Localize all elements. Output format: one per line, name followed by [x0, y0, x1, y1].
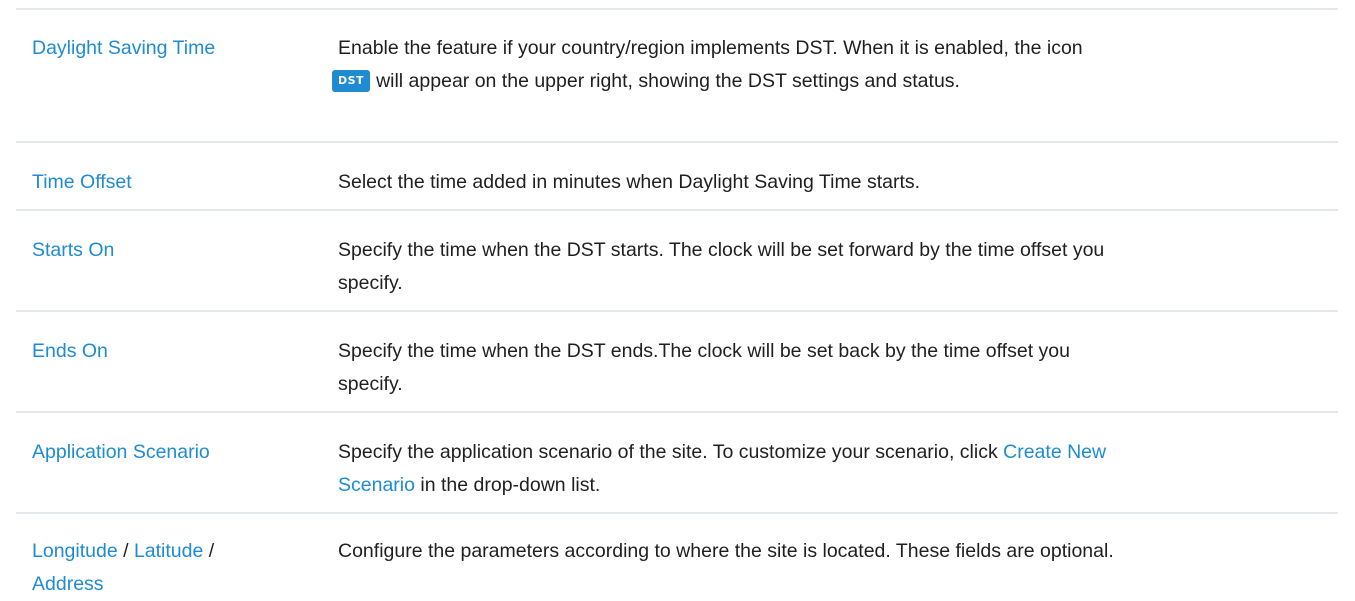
- term-line: Address: [32, 568, 322, 601]
- description-text: in the drop-down list.: [420, 474, 601, 496]
- create-new-scenario-link-continued[interactable]: Scenario: [338, 474, 415, 496]
- term-application-scenario[interactable]: Application Scenario: [32, 436, 322, 469]
- table-row: Longitude / Latitude / Address Configure…: [16, 512, 1338, 595]
- description-line: DST will appear on the upper right, showi…: [332, 65, 1328, 98]
- description-line: Enable the feature if your country/regio…: [338, 37, 1083, 59]
- description: Configure the parameters according to wh…: [338, 540, 1114, 562]
- term-location: Longitude / Latitude / Address: [32, 535, 322, 601]
- term-ends-on[interactable]: Ends On: [32, 335, 322, 368]
- description-line: specify.: [338, 373, 403, 395]
- description-text: will appear on the upper right, showing …: [376, 70, 960, 92]
- term-daylight-saving-time[interactable]: Daylight Saving Time: [32, 32, 322, 65]
- term-address[interactable]: Address: [32, 573, 104, 595]
- term-latitude[interactable]: Latitude: [134, 540, 203, 562]
- description: Specify the time when the DST starts. Th…: [338, 234, 1328, 300]
- term-starts-on[interactable]: Starts On: [32, 234, 322, 267]
- description-line: specify.: [338, 272, 403, 294]
- description-line: Specify the time when the DST ends.The c…: [338, 340, 1070, 362]
- table-row: Starts On Specify the time when the DST …: [16, 209, 1338, 297]
- create-new-scenario-link[interactable]: Create New: [1003, 441, 1106, 463]
- description-line: Scenario in the drop-down list.: [338, 469, 1328, 502]
- description: Select the time added in minutes when Da…: [338, 171, 921, 193]
- description-line: Specify the application scenario of the …: [338, 436, 1328, 469]
- term-separator: /: [208, 540, 215, 562]
- table-row: Daylight Saving Time Enable the feature …: [16, 8, 1338, 96]
- description: Enable the feature if your country/regio…: [332, 32, 1328, 98]
- term-line: Longitude / Latitude /: [32, 535, 322, 568]
- description-text: Specify the application scenario of the …: [338, 441, 998, 463]
- table-row: Ends On Specify the time when the DST en…: [16, 310, 1338, 398]
- table-row: Application Scenario Specify the applica…: [16, 411, 1338, 499]
- term-time-offset[interactable]: Time Offset: [32, 166, 322, 199]
- description: Specify the time when the DST ends.The c…: [338, 335, 1328, 401]
- term-longitude[interactable]: Longitude: [32, 540, 118, 562]
- description: Specify the application scenario of the …: [338, 436, 1328, 502]
- description-line: Specify the time when the DST starts. Th…: [338, 239, 1105, 261]
- dst-icon: DST: [332, 70, 371, 92]
- term-separator: /: [123, 540, 129, 562]
